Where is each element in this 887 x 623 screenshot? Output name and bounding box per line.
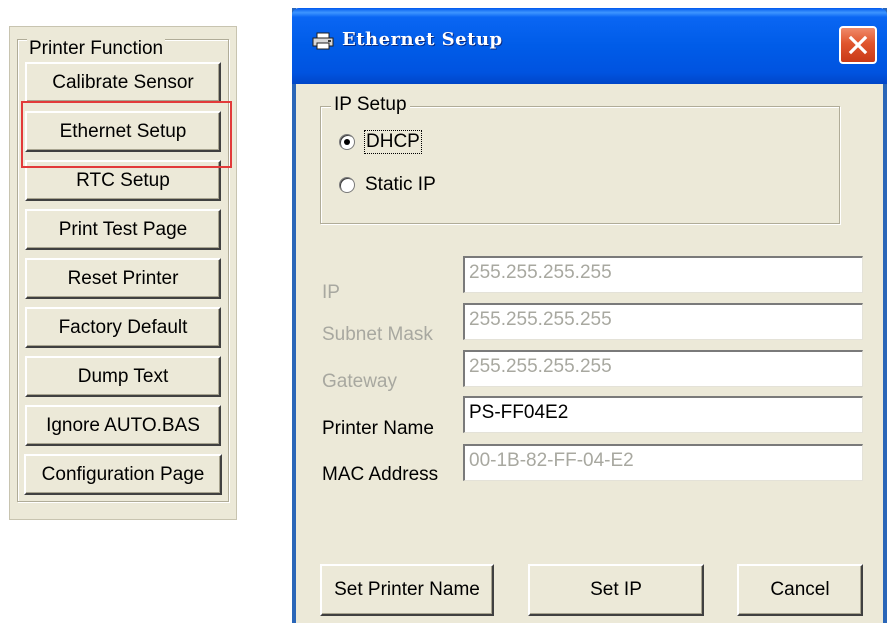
ip-field[interactable]: 255.255.255.255 xyxy=(463,256,863,293)
dump-text-button[interactable]: Dump Text xyxy=(25,356,221,397)
close-button[interactable] xyxy=(839,26,877,64)
dialog-titlebar[interactable]: Ethernet Setup xyxy=(292,8,887,84)
set-ip-button[interactable]: Set IP xyxy=(528,564,704,616)
reset-printer-button[interactable]: Reset Printer xyxy=(25,258,221,299)
mac-address-field[interactable]: 00-1B-82-FF-04-E2 xyxy=(463,444,863,481)
ip-setup-group xyxy=(320,106,840,224)
static-ip-radio-option[interactable]: Static IP xyxy=(339,174,436,196)
cancel-button[interactable]: Cancel xyxy=(737,564,863,616)
dialog-client-area: IP Setup DHCP Static IP IP 255.255.255.2… xyxy=(296,84,883,623)
calibrate-sensor-button[interactable]: Calibrate Sensor xyxy=(25,62,221,103)
ethernet-setup-dialog: Ethernet Setup IP Setup DHCP Static IP I… xyxy=(292,8,887,623)
static-ip-label[interactable]: Static IP xyxy=(365,174,436,196)
gateway-label: Gateway xyxy=(322,371,397,392)
dhcp-label[interactable]: DHCP xyxy=(364,130,422,154)
dialog-title: Ethernet Setup xyxy=(342,29,503,50)
gateway-field[interactable]: 255.255.255.255 xyxy=(463,350,863,387)
subnet-mask-label: Subnet Mask xyxy=(322,324,433,345)
ip-label: IP xyxy=(322,282,340,303)
printer-function-panel: Printer Function Calibrate Sensor Ethern… xyxy=(9,26,237,520)
static-ip-radio[interactable] xyxy=(339,177,355,193)
ip-setup-legend: IP Setup xyxy=(331,94,410,116)
dhcp-radio[interactable] xyxy=(339,134,355,150)
dhcp-radio-option[interactable]: DHCP xyxy=(339,130,422,154)
ethernet-setup-button[interactable]: Ethernet Setup xyxy=(25,111,221,152)
printer-icon xyxy=(312,32,334,50)
printer-function-title: Printer Function xyxy=(27,38,166,60)
mac-address-label: MAC Address xyxy=(322,464,439,485)
printer-name-label: Printer Name xyxy=(322,418,434,439)
configuration-page-button[interactable]: Configuration Page xyxy=(24,454,222,495)
factory-default-button[interactable]: Factory Default xyxy=(25,307,221,348)
close-icon xyxy=(848,35,868,55)
set-printer-name-button[interactable]: Set Printer Name xyxy=(320,564,494,616)
print-test-page-button[interactable]: Print Test Page xyxy=(25,209,221,250)
printer-name-field[interactable]: PS-FF04E2 xyxy=(463,396,863,433)
ignore-auto-bas-button[interactable]: Ignore AUTO.BAS xyxy=(25,405,221,446)
rtc-setup-button[interactable]: RTC Setup xyxy=(25,160,221,201)
subnet-mask-field[interactable]: 255.255.255.255 xyxy=(463,303,863,340)
